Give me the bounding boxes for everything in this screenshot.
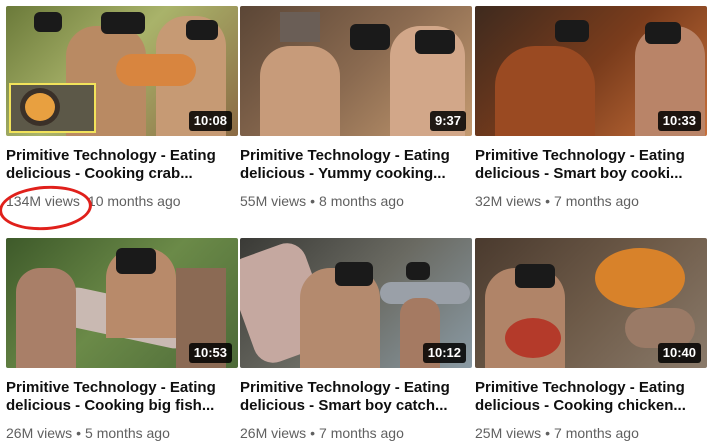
meta-separator: • (545, 425, 551, 441)
video-title-line2[interactable]: delicious - Smart boy catch... (240, 397, 472, 415)
video-card[interactable]: 10:12 Primitive Technology - Eating deli… (240, 238, 472, 442)
video-thumbnail[interactable]: 10:40 (475, 238, 707, 368)
video-grid: 10:08 Primitive Technology - Eating deli… (0, 0, 707, 446)
video-card[interactable]: 10:53 Primitive Technology - Eating deli… (6, 238, 238, 442)
video-title-line1[interactable]: Primitive Technology - Eating (475, 379, 707, 397)
upload-age: 10 months ago (87, 193, 181, 209)
upload-age: 7 months ago (319, 425, 404, 441)
meta-separator: • (76, 425, 82, 441)
upload-age: 8 months ago (319, 193, 404, 209)
meta-separator: • (310, 425, 316, 441)
video-title-line2[interactable]: delicious - Cooking crab... (6, 165, 238, 183)
duration-badge: 10:33 (657, 111, 701, 131)
view-count: 25M views (475, 425, 542, 441)
video-title-line1[interactable]: Primitive Technology - Eating (6, 147, 238, 165)
video-thumbnail[interactable]: 10:08 (6, 6, 238, 136)
duration-badge: 10:53 (188, 343, 232, 363)
view-count: 55M views (240, 193, 307, 209)
view-count: 26M views (6, 425, 73, 441)
view-count: 26M views (240, 425, 307, 441)
video-card[interactable]: 10:40 Primitive Technology - Eating deli… (475, 238, 707, 442)
video-title-line1[interactable]: Primitive Technology - Eating (475, 147, 707, 165)
video-thumbnail[interactable]: 10:12 (240, 238, 472, 368)
video-title-line2[interactable]: delicious - Smart boy cooki... (475, 165, 707, 183)
meta-separator: • (310, 193, 316, 209)
video-meta: 25M views • 7 months ago (475, 424, 707, 442)
video-card[interactable]: 9:37 Primitive Technology - Eating delic… (240, 6, 472, 210)
video-meta: 55M views • 8 months ago (240, 192, 472, 210)
video-thumbnail[interactable]: 10:33 (475, 6, 707, 136)
video-thumbnail[interactable]: 10:53 (6, 238, 238, 368)
video-card[interactable]: 10:33 Primitive Technology - Eating deli… (475, 6, 707, 210)
video-title-line2[interactable]: delicious - Yummy cooking... (240, 165, 472, 183)
inset-image (9, 83, 96, 133)
video-card[interactable]: 10:08 Primitive Technology - Eating deli… (6, 6, 238, 210)
duration-badge: 10:08 (188, 111, 232, 131)
video-title-line1[interactable]: Primitive Technology - Eating (240, 147, 472, 165)
video-meta: 32M views • 7 months ago (475, 192, 707, 210)
duration-badge: 9:37 (429, 111, 466, 131)
upload-age: 5 months ago (85, 425, 170, 441)
duration-badge: 10:12 (422, 343, 466, 363)
video-title-line1[interactable]: Primitive Technology - Eating (240, 379, 472, 397)
upload-age: 7 months ago (554, 193, 639, 209)
upload-age: 7 months ago (554, 425, 639, 441)
meta-separator: • (545, 193, 551, 209)
video-meta: 26M views • 7 months ago (240, 424, 472, 442)
video-thumbnail[interactable]: 9:37 (240, 6, 472, 136)
video-title-line1[interactable]: Primitive Technology - Eating (6, 379, 238, 397)
video-meta: 26M views • 5 months ago (6, 424, 238, 442)
duration-badge: 10:40 (657, 343, 701, 363)
view-count: 32M views (475, 193, 542, 209)
video-title-line2[interactable]: delicious - Cooking big fish... (6, 397, 238, 415)
video-title-line2[interactable]: delicious - Cooking chicken... (475, 397, 707, 415)
